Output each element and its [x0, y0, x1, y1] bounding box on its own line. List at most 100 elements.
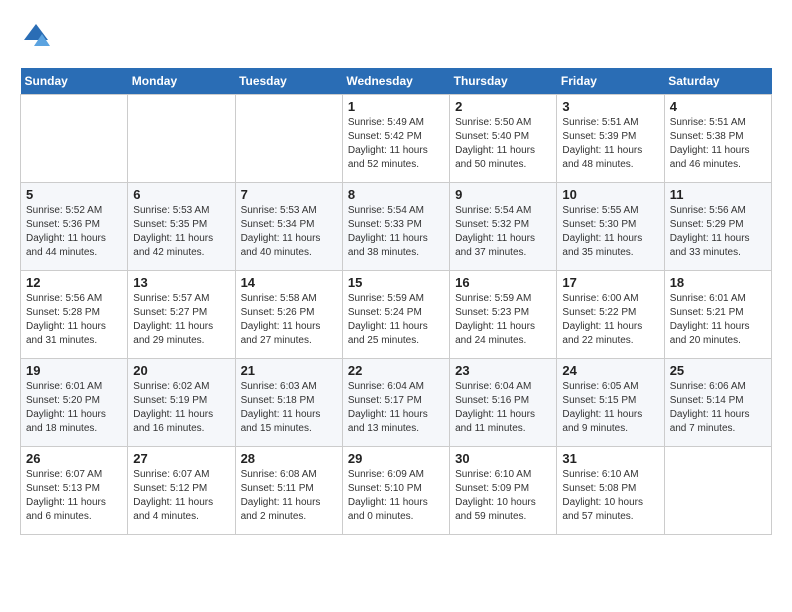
day-number: 4 — [670, 99, 766, 114]
calendar-day-9: 9 Sunrise: 5:54 AM Sunset: 5:32 PM Daylig… — [450, 183, 557, 271]
day-number: 19 — [26, 363, 122, 378]
day-info: Sunrise: 5:56 AM Sunset: 5:28 PM Dayligh… — [26, 292, 122, 348]
calendar-day-31: 31Sunrise: 6:10 AM Sunset: 5:08 PM Dayli… — [557, 447, 664, 535]
day-number: 15 — [348, 275, 444, 290]
day-info: Sunrise: 5:51 AM Sunset: 5:39 PM Dayligh… — [562, 116, 658, 172]
day-number: 21 — [241, 363, 337, 378]
calendar-day-20: 20 Sunrise: 6:02 AM Sunset: 5:19 PM Dayli… — [128, 359, 235, 447]
calendar-day-12: 12 Sunrise: 5:56 AM Sunset: 5:28 PM Dayli… — [21, 271, 128, 359]
calendar-day-3: 3 Sunrise: 5:51 AM Sunset: 5:39 PM Daylig… — [557, 95, 664, 183]
calendar-week-row: 26Sunrise: 6:07 AM Sunset: 5:13 PM Dayli… — [21, 447, 772, 535]
calendar-empty — [235, 95, 342, 183]
day-number: 12 — [26, 275, 122, 290]
day-number: 7 — [241, 187, 337, 202]
calendar-day-24: 24 Sunrise: 6:05 AM Sunset: 5:15 PM Dayli… — [557, 359, 664, 447]
header-tuesday: Tuesday — [235, 68, 342, 95]
calendar-day-14: 14 Sunrise: 5:58 AM Sunset: 5:26 PM Dayli… — [235, 271, 342, 359]
day-number: 10 — [562, 187, 658, 202]
day-info: Sunrise: 6:00 AM Sunset: 5:22 PM Dayligh… — [562, 292, 658, 348]
calendar-day-10: 10 Sunrise: 5:55 AM Sunset: 5:30 PM Dayli… — [557, 183, 664, 271]
calendar-day-17: 17 Sunrise: 6:00 AM Sunset: 5:22 PM Dayli… — [557, 271, 664, 359]
header-wednesday: Wednesday — [342, 68, 449, 95]
header-friday: Friday — [557, 68, 664, 95]
calendar-week-row: 5 Sunrise: 5:52 AM Sunset: 5:36 PM Daylig… — [21, 183, 772, 271]
calendar-week-row: 12 Sunrise: 5:56 AM Sunset: 5:28 PM Dayli… — [21, 271, 772, 359]
day-info: Sunrise: 6:01 AM Sunset: 5:21 PM Dayligh… — [670, 292, 766, 348]
logo-icon — [20, 20, 52, 52]
day-number: 24 — [562, 363, 658, 378]
calendar-day-15: 15 Sunrise: 5:59 AM Sunset: 5:24 PM Dayli… — [342, 271, 449, 359]
day-number: 17 — [562, 275, 658, 290]
day-info: Sunrise: 6:09 AM Sunset: 5:10 PM Dayligh… — [348, 468, 444, 524]
day-info: Sunrise: 5:58 AM Sunset: 5:26 PM Dayligh… — [241, 292, 337, 348]
calendar-day-16: 16Sunrise: 5:59 AM Sunset: 5:23 PM Dayli… — [450, 271, 557, 359]
calendar-day-28: 28 Sunrise: 6:08 AM Sunset: 5:11 PM Dayli… — [235, 447, 342, 535]
day-info: Sunrise: 5:53 AM Sunset: 5:34 PM Dayligh… — [241, 204, 337, 260]
calendar-day-23: 23Sunrise: 6:04 AM Sunset: 5:16 PM Dayli… — [450, 359, 557, 447]
day-info: Sunrise: 5:54 AM Sunset: 5:32 PM Dayligh… — [455, 204, 551, 260]
logo — [20, 20, 56, 52]
day-info: Sunrise: 6:06 AM Sunset: 5:14 PM Dayligh… — [670, 380, 766, 436]
calendar-week-row: 1 Sunrise: 5:49 AM Sunset: 5:42 PM Daylig… — [21, 95, 772, 183]
calendar-day-11: 11 Sunrise: 5:56 AM Sunset: 5:29 PM Dayli… — [664, 183, 771, 271]
day-info: Sunrise: 6:02 AM Sunset: 5:19 PM Dayligh… — [133, 380, 229, 436]
day-number: 31 — [562, 451, 658, 466]
calendar-empty — [21, 95, 128, 183]
day-number: 20 — [133, 363, 229, 378]
day-number: 9 — [455, 187, 551, 202]
day-info: Sunrise: 5:54 AM Sunset: 5:33 PM Dayligh… — [348, 204, 444, 260]
day-info: Sunrise: 6:08 AM Sunset: 5:11 PM Dayligh… — [241, 468, 337, 524]
day-number: 13 — [133, 275, 229, 290]
day-number: 28 — [241, 451, 337, 466]
calendar-day-4: 4 Sunrise: 5:51 AM Sunset: 5:38 PM Daylig… — [664, 95, 771, 183]
calendar-day-27: 27 Sunrise: 6:07 AM Sunset: 5:12 PM Dayli… — [128, 447, 235, 535]
day-info: Sunrise: 5:49 AM Sunset: 5:42 PM Dayligh… — [348, 116, 444, 172]
day-number: 14 — [241, 275, 337, 290]
day-info: Sunrise: 5:56 AM Sunset: 5:29 PM Dayligh… — [670, 204, 766, 260]
header-saturday: Saturday — [664, 68, 771, 95]
calendar-header-row: SundayMondayTuesdayWednesdayThursdayFrid… — [21, 68, 772, 95]
day-info: Sunrise: 5:52 AM Sunset: 5:36 PM Dayligh… — [26, 204, 122, 260]
page-header — [20, 20, 772, 52]
calendar-day-25: 25 Sunrise: 6:06 AM Sunset: 5:14 PM Dayli… — [664, 359, 771, 447]
day-number: 1 — [348, 99, 444, 114]
calendar-day-8: 8 Sunrise: 5:54 AM Sunset: 5:33 PM Daylig… — [342, 183, 449, 271]
calendar-empty — [128, 95, 235, 183]
day-number: 18 — [670, 275, 766, 290]
day-info: Sunrise: 5:53 AM Sunset: 5:35 PM Dayligh… — [133, 204, 229, 260]
day-number: 25 — [670, 363, 766, 378]
calendar-table: SundayMondayTuesdayWednesdayThursdayFrid… — [20, 68, 772, 535]
day-number: 2 — [455, 99, 551, 114]
day-number: 22 — [348, 363, 444, 378]
day-number: 3 — [562, 99, 658, 114]
day-info: Sunrise: 5:50 AM Sunset: 5:40 PM Dayligh… — [455, 116, 551, 172]
day-info: Sunrise: 6:04 AM Sunset: 5:16 PM Dayligh… — [455, 380, 551, 436]
calendar-empty — [664, 447, 771, 535]
day-info: Sunrise: 6:05 AM Sunset: 5:15 PM Dayligh… — [562, 380, 658, 436]
day-number: 30 — [455, 451, 551, 466]
day-info: Sunrise: 6:07 AM Sunset: 5:12 PM Dayligh… — [133, 468, 229, 524]
calendar-day-29: 29 Sunrise: 6:09 AM Sunset: 5:10 PM Dayli… — [342, 447, 449, 535]
calendar-day-7: 7 Sunrise: 5:53 AM Sunset: 5:34 PM Daylig… — [235, 183, 342, 271]
calendar-day-18: 18 Sunrise: 6:01 AM Sunset: 5:21 PM Dayli… — [664, 271, 771, 359]
day-number: 8 — [348, 187, 444, 202]
calendar-day-1: 1 Sunrise: 5:49 AM Sunset: 5:42 PM Daylig… — [342, 95, 449, 183]
calendar-day-22: 22Sunrise: 6:04 AM Sunset: 5:17 PM Dayli… — [342, 359, 449, 447]
day-number: 6 — [133, 187, 229, 202]
calendar-day-19: 19Sunrise: 6:01 AM Sunset: 5:20 PM Dayli… — [21, 359, 128, 447]
day-number: 11 — [670, 187, 766, 202]
day-info: Sunrise: 5:55 AM Sunset: 5:30 PM Dayligh… — [562, 204, 658, 260]
header-monday: Monday — [128, 68, 235, 95]
day-number: 29 — [348, 451, 444, 466]
day-info: Sunrise: 5:51 AM Sunset: 5:38 PM Dayligh… — [670, 116, 766, 172]
day-number: 27 — [133, 451, 229, 466]
calendar-day-30: 30 Sunrise: 6:10 AM Sunset: 5:09 PM Dayli… — [450, 447, 557, 535]
day-number: 5 — [26, 187, 122, 202]
day-number: 16 — [455, 275, 551, 290]
calendar-day-13: 13 Sunrise: 5:57 AM Sunset: 5:27 PM Dayli… — [128, 271, 235, 359]
day-info: Sunrise: 6:10 AM Sunset: 5:09 PM Dayligh… — [455, 468, 551, 524]
calendar-day-21: 21Sunrise: 6:03 AM Sunset: 5:18 PM Dayli… — [235, 359, 342, 447]
calendar-week-row: 19Sunrise: 6:01 AM Sunset: 5:20 PM Dayli… — [21, 359, 772, 447]
day-info: Sunrise: 5:59 AM Sunset: 5:24 PM Dayligh… — [348, 292, 444, 348]
day-info: Sunrise: 5:57 AM Sunset: 5:27 PM Dayligh… — [133, 292, 229, 348]
